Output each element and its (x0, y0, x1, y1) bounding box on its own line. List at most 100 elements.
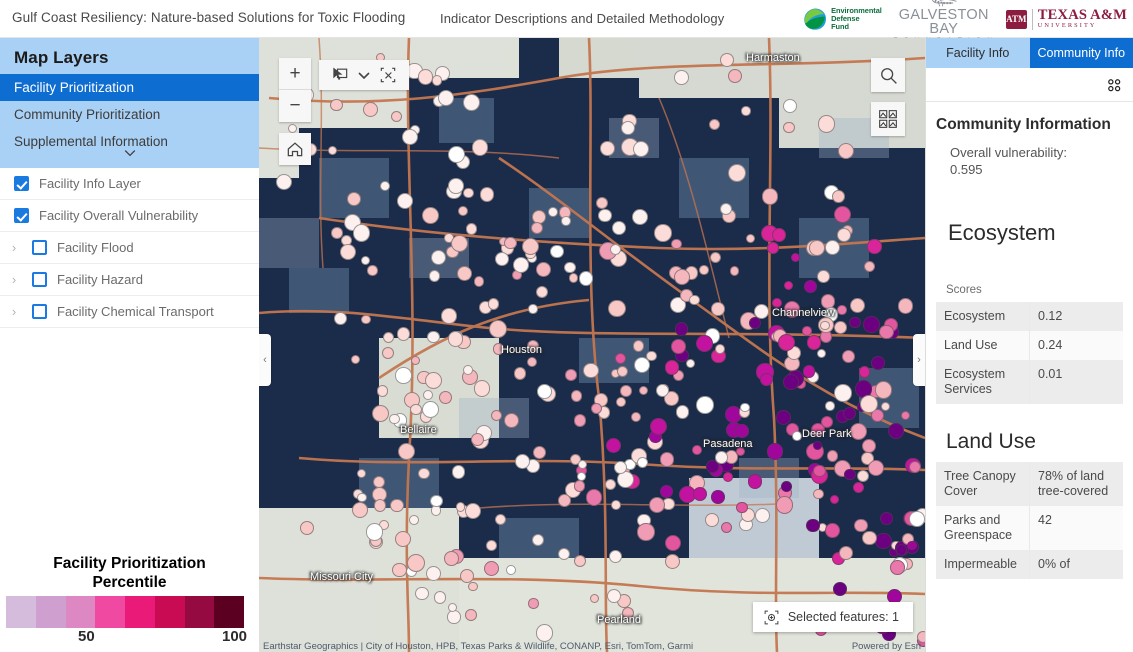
facility-point[interactable] (760, 373, 773, 386)
layer-row-facility-flood[interactable]: › Facility Flood (0, 232, 259, 264)
facility-point[interactable] (781, 481, 792, 492)
facility-point[interactable] (489, 320, 507, 338)
facility-point[interactable] (692, 445, 702, 455)
checkbox-facility-hazard[interactable] (32, 272, 47, 287)
facility-point[interactable] (879, 325, 893, 339)
clear-selection-button[interactable] (373, 61, 403, 89)
facility-point[interactable] (837, 305, 847, 315)
facility-point[interactable] (596, 197, 608, 209)
facility-point[interactable] (574, 480, 586, 492)
checkbox-facility-chemical-transport[interactable] (32, 304, 47, 319)
facility-point[interactable] (637, 457, 648, 468)
facility-point[interactable] (898, 298, 913, 313)
collapse-right-panel-button[interactable]: › (913, 334, 925, 386)
facility-point[interactable] (389, 414, 400, 425)
facility-point[interactable] (484, 561, 500, 577)
zoom-out-button[interactable]: − (279, 90, 311, 122)
facility-point[interactable] (460, 569, 474, 583)
facility-point[interactable] (807, 335, 821, 349)
facility-point[interactable] (422, 207, 439, 224)
grid-dots-icon[interactable] (1105, 76, 1123, 94)
facility-point[interactable] (862, 439, 876, 453)
facility-point[interactable] (637, 523, 654, 540)
layer-row-facility-chemical-transport[interactable]: › Facility Chemical Transport (0, 296, 259, 328)
facility-point[interactable] (276, 174, 292, 190)
facility-point[interactable] (783, 374, 799, 390)
facility-point[interactable] (452, 465, 466, 479)
facility-point[interactable] (880, 512, 893, 525)
facility-point[interactable] (674, 269, 690, 285)
facility-point[interactable] (907, 541, 917, 551)
facility-point[interactable] (735, 424, 749, 438)
layer-choice-facility-prioritization[interactable]: Facility Prioritization (0, 74, 259, 101)
facility-point[interactable] (607, 589, 621, 603)
facility-point[interactable] (614, 461, 627, 474)
facility-point[interactable] (844, 469, 856, 481)
facility-point[interactable] (715, 451, 728, 464)
facility-point[interactable] (817, 270, 830, 283)
facility-point[interactable] (909, 511, 925, 527)
facility-point[interactable] (825, 240, 840, 255)
texas-am-university-logo[interactable]: ATM TEXAS A&M UNIVERSITY (1006, 8, 1131, 30)
facility-point[interactable] (429, 270, 440, 281)
facility-point[interactable] (418, 468, 430, 480)
facility-point[interactable] (820, 321, 829, 330)
layers-expand-toggle[interactable] (0, 145, 259, 166)
facility-point[interactable] (558, 548, 570, 560)
basemap-gallery-button[interactable] (871, 102, 905, 136)
facility-point[interactable] (586, 489, 603, 506)
facility-point[interactable] (705, 513, 719, 527)
facility-point[interactable] (605, 479, 616, 490)
facility-point[interactable] (711, 490, 725, 504)
facility-point[interactable] (361, 315, 371, 325)
facility-point[interactable] (537, 384, 552, 399)
facility-point[interactable] (456, 502, 465, 511)
facility-point[interactable] (407, 554, 425, 572)
facility-point[interactable] (654, 224, 672, 242)
facility-point[interactable] (665, 554, 680, 569)
facility-point[interactable] (448, 146, 465, 163)
facility-point[interactable] (689, 295, 700, 306)
facility-point[interactable] (741, 106, 751, 116)
facility-point[interactable] (402, 129, 418, 145)
facility-point[interactable] (372, 405, 389, 422)
facility-point[interactable] (730, 266, 740, 276)
facility-point[interactable] (463, 94, 480, 111)
facility-point[interactable] (767, 443, 784, 460)
facility-point[interactable] (415, 587, 429, 601)
facility-point[interactable] (377, 385, 388, 396)
zoom-in-button[interactable]: + (279, 58, 311, 90)
facility-point[interactable] (811, 423, 825, 437)
facility-point[interactable] (357, 493, 366, 502)
facility-point[interactable] (850, 298, 865, 313)
checkbox-facility-flood[interactable] (32, 240, 47, 255)
facility-point[interactable] (577, 472, 586, 481)
facility-point[interactable] (527, 357, 537, 367)
facility-point[interactable] (441, 308, 456, 323)
facility-point[interactable] (366, 523, 383, 540)
facility-point[interactable] (532, 534, 544, 546)
facility-point[interactable] (675, 322, 689, 336)
facility-point[interactable] (466, 223, 478, 235)
facility-point[interactable] (817, 349, 826, 358)
facility-point[interactable] (639, 386, 648, 395)
facility-point[interactable] (784, 281, 794, 291)
facility-point[interactable] (561, 216, 571, 226)
facility-point[interactable] (867, 239, 881, 253)
facility-point[interactable] (495, 514, 506, 525)
facility-point[interactable] (676, 405, 690, 419)
facility-point[interactable] (736, 447, 745, 456)
facility-point[interactable] (574, 414, 587, 427)
chevron-right-icon[interactable]: › (6, 304, 22, 319)
facility-point[interactable] (813, 441, 822, 450)
facility-point[interactable] (600, 141, 615, 156)
facility-point[interactable] (504, 237, 517, 250)
facility-point[interactable] (374, 499, 387, 512)
facility-point[interactable] (890, 560, 905, 575)
facility-point[interactable] (850, 423, 867, 440)
facility-point[interactable] (755, 508, 770, 523)
facility-point[interactable] (632, 209, 648, 225)
facility-point[interactable] (397, 327, 411, 341)
facility-point[interactable] (392, 563, 406, 577)
facility-point[interactable] (803, 365, 815, 377)
